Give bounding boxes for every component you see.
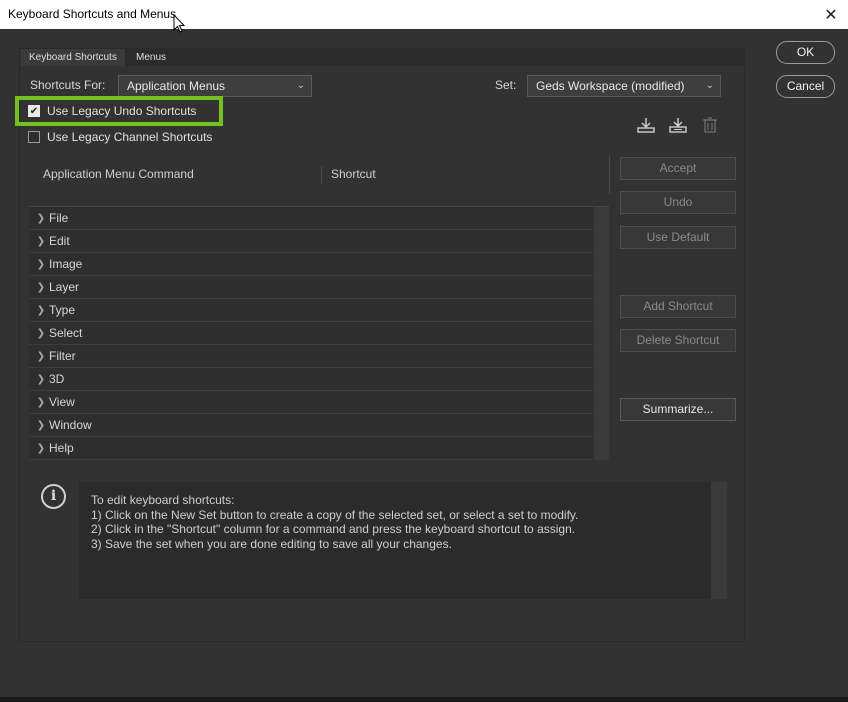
list-item-label: Window [49,418,92,432]
chevron-right-icon[interactable]: ❯ [33,420,49,431]
set-value: Geds Workspace (modified) [536,79,685,93]
save-set-icon[interactable] [636,116,656,134]
info-line: To edit keyboard shortcuts: [91,493,235,507]
table-header: Application Menu Command Shortcut [29,156,609,194]
add-shortcut-button[interactable]: Add Shortcut [620,295,736,318]
close-icon[interactable]: ✕ [814,0,848,29]
list-item-help[interactable]: ❯ Help [29,437,593,460]
shortcuts-for-value: Application Menus [127,79,226,93]
command-list: ❯ File ❯ Edit ❯ Image ❯ Layer ❯ Type ❯ Select … [29,206,609,460]
title-bar: Keyboard Shortcuts and Menus ✕ [0,0,848,29]
info-line: 2) Click in the "Shortcut" column for a … [91,522,576,536]
list-item-3d[interactable]: ❯ 3D [29,368,593,391]
list-item-edit[interactable]: ❯ Edit [29,230,593,253]
chevron-right-icon[interactable]: ❯ [33,236,49,247]
list-item-filter[interactable]: ❯ Filter [29,345,593,368]
chevron-right-icon[interactable]: ❯ [33,397,49,408]
window-title: Keyboard Shortcuts and Menus [8,7,177,21]
list-item-label: Layer [49,280,80,294]
tab-menus[interactable]: Menus [128,49,174,66]
set-select[interactable]: Geds Workspace (modified) ⌄ [527,75,721,97]
list-item-label: Select [49,326,83,340]
column-header-shortcut[interactable]: Shortcut [331,167,376,181]
column-divider [609,156,610,194]
list-item-label: 3D [49,372,65,386]
chevron-right-icon[interactable]: ❯ [33,328,49,339]
ok-button[interactable]: OK [776,41,835,64]
chevron-right-icon[interactable]: ❯ [33,374,49,385]
accept-button[interactable]: Accept [620,157,736,180]
info-text-box: To edit keyboard shortcuts: 1) Click on … [79,482,727,599]
delete-set-icon[interactable] [700,116,720,134]
tab-keyboard-shortcuts[interactable]: Keyboard Shortcuts [21,49,125,66]
list-item-label: View [49,395,75,409]
chevron-down-icon: ⌄ [705,80,714,91]
use-default-button[interactable]: Use Default [620,226,736,249]
chevron-right-icon[interactable]: ❯ [33,351,49,362]
info-line: 1) Click on the New Set button to create… [91,507,579,522]
legacy-channel-label: Use Legacy Channel Shortcuts [47,130,213,144]
delete-shortcut-button[interactable]: Delete Shortcut [620,329,736,352]
cancel-button[interactable]: Cancel [776,75,835,98]
list-item-label: Edit [49,234,70,248]
column-divider [321,166,322,184]
list-item-window[interactable]: ❯ Window [29,414,593,437]
mouse-cursor-icon [173,14,185,33]
column-header-command[interactable]: Application Menu Command [43,167,194,181]
legacy-channel-checkbox[interactable] [28,131,40,143]
chevron-right-icon[interactable]: ❯ [33,305,49,316]
list-item-layer[interactable]: ❯ Layer [29,276,593,299]
chevron-right-icon[interactable]: ❯ [33,213,49,224]
undo-button[interactable]: Undo [620,191,736,214]
info-line: 3) Save the set when you are done editin… [91,536,452,551]
list-item-label: Filter [49,349,76,363]
list-scrollbar[interactable] [594,207,609,460]
chevron-right-icon[interactable]: ❯ [33,443,49,454]
info-icon: i [41,484,66,509]
chevron-down-icon: ⌄ [296,80,305,91]
set-label: Set: [495,78,517,92]
chevron-right-icon[interactable]: ❯ [33,282,49,293]
list-item-image[interactable]: ❯ Image [29,253,593,276]
list-item-label: Help [49,441,74,455]
new-set-icon[interactable] [668,116,688,134]
summarize-button[interactable]: Summarize... [620,398,736,421]
list-item-label: Image [49,257,83,271]
list-item-file[interactable]: ❯ File [29,207,593,230]
taskbar-edge [0,697,848,702]
legacy-undo-checkbox[interactable]: ✔ [28,105,40,117]
shortcuts-for-select[interactable]: Application Menus ⌄ [118,75,312,97]
list-item-label: File [49,211,69,225]
list-item-type[interactable]: ❯ Type [29,299,593,322]
shortcuts-for-label: Shortcuts For: [30,78,106,92]
legacy-undo-label: Use Legacy Undo Shortcuts [47,104,197,118]
list-item-select[interactable]: ❯ Select [29,322,593,345]
list-item-label: Type [49,303,76,317]
list-item-view[interactable]: ❯ View [29,391,593,414]
chevron-right-icon[interactable]: ❯ [33,259,49,270]
info-scrollbar[interactable] [711,482,727,599]
tab-bar: Keyboard Shortcuts Menus [21,49,745,66]
legacy-channel-option[interactable]: Use Legacy Channel Shortcuts [28,130,212,144]
legacy-undo-option[interactable]: ✔ Use Legacy Undo Shortcuts [28,104,196,118]
